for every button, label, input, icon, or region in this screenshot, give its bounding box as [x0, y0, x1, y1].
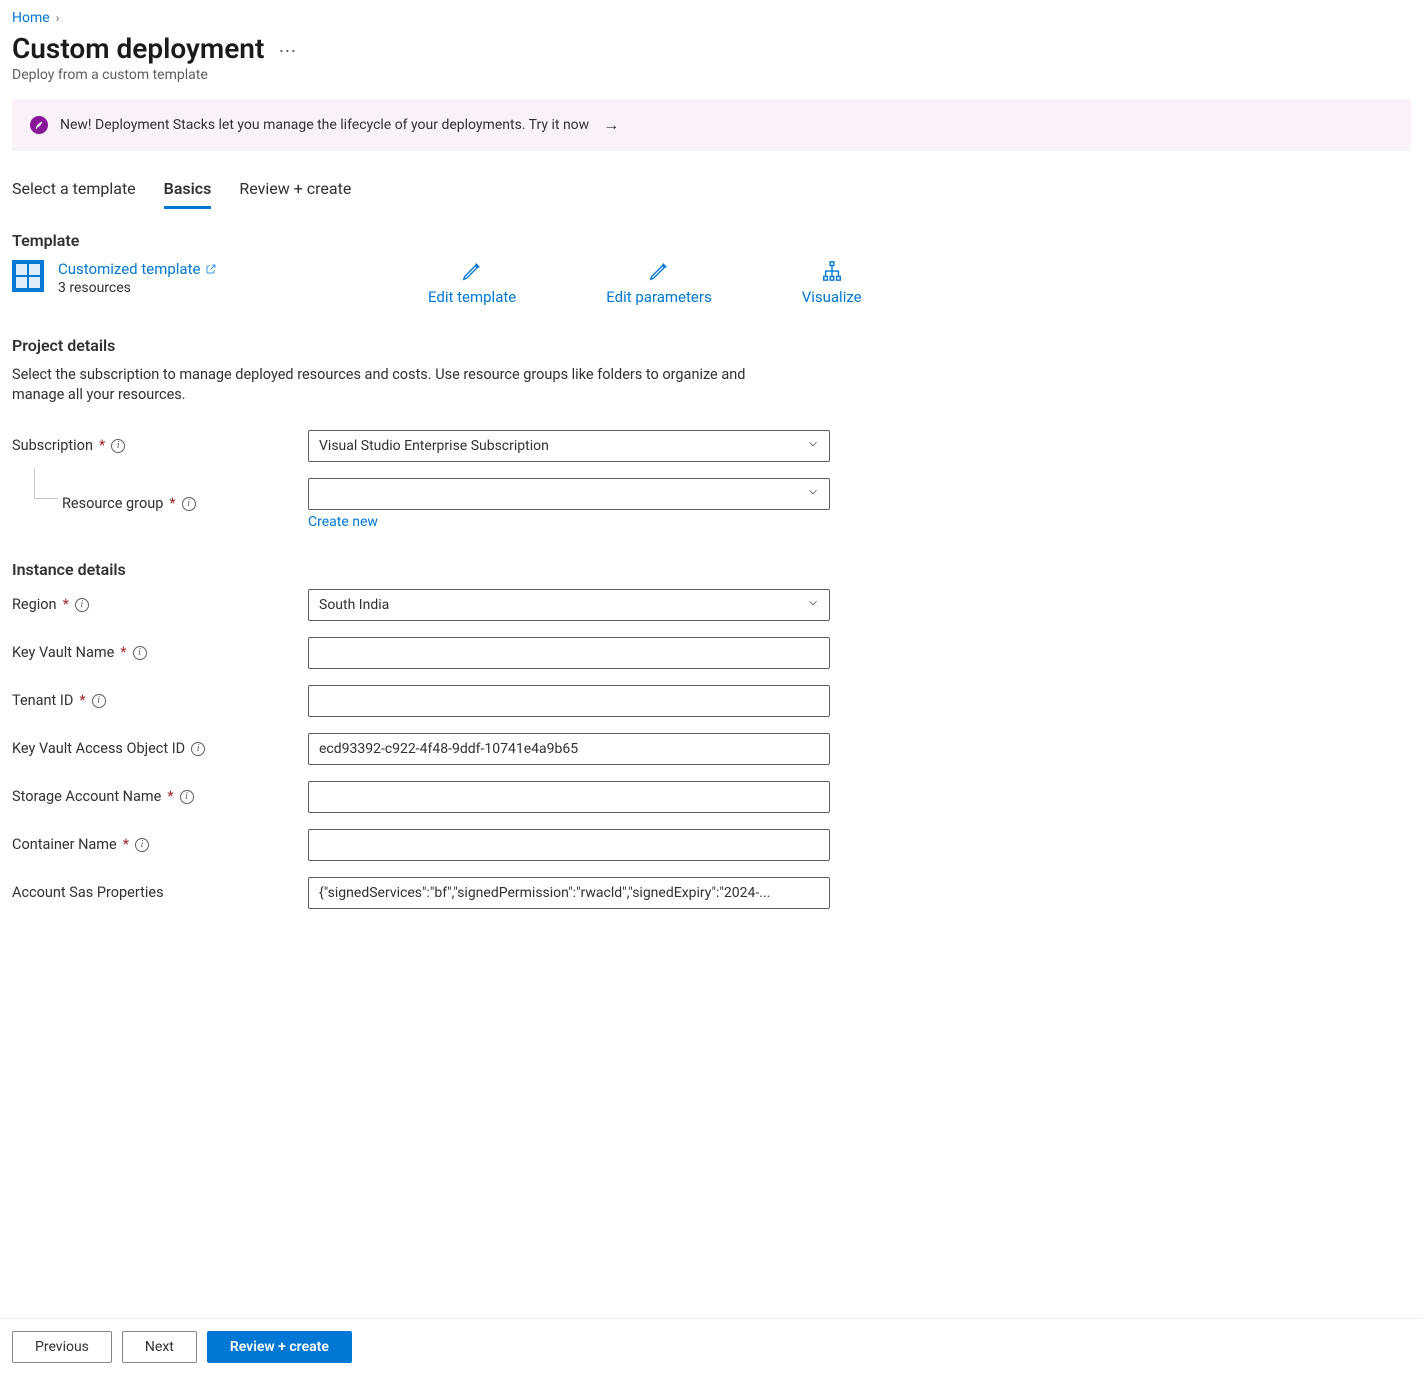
project-details-description: Select the subscription to manage deploy…	[12, 365, 792, 406]
banner-text: New! Deployment Stacks let you manage th…	[60, 117, 589, 133]
subscription-label: Subscription	[12, 437, 93, 454]
breadcrumb-home[interactable]: Home	[12, 10, 50, 26]
page-subtitle: Deploy from a custom template	[12, 67, 1411, 83]
storage-account-name-label: Storage Account Name	[12, 788, 161, 805]
pencil-icon	[648, 260, 670, 282]
info-icon[interactable]: i	[92, 694, 106, 708]
kv-access-object-id-label: Key Vault Access Object ID	[12, 740, 185, 757]
tenant-id-input[interactable]	[308, 685, 830, 717]
tab-bar: Select a template Basics Review + create	[12, 179, 1411, 209]
pencil-icon	[461, 260, 483, 282]
region-label: Region	[12, 596, 57, 613]
chevron-right-icon: ›	[56, 11, 60, 25]
info-icon[interactable]: i	[180, 790, 194, 804]
template-heading: Template	[12, 231, 1411, 250]
tenant-id-label: Tenant ID	[12, 692, 73, 709]
visualize-label: Visualize	[802, 288, 862, 306]
subscription-select[interactable]	[308, 430, 830, 462]
edit-parameters-button[interactable]: Edit parameters	[606, 260, 711, 306]
required-marker: *	[79, 692, 85, 709]
key-vault-name-input[interactable]	[308, 637, 830, 669]
tree-line	[34, 469, 58, 499]
required-marker: *	[120, 644, 126, 661]
required-marker: *	[123, 836, 129, 853]
visualize-button[interactable]: Visualize	[802, 260, 862, 306]
info-icon[interactable]: i	[75, 598, 89, 612]
breadcrumb: Home ›	[12, 10, 1411, 26]
edit-template-label: Edit template	[428, 288, 516, 306]
account-sas-input[interactable]	[308, 877, 830, 909]
hierarchy-icon	[821, 260, 843, 282]
wizard-footer: Previous Next Review + create	[0, 1318, 1423, 1375]
info-banner[interactable]: New! Deployment Stacks let you manage th…	[12, 99, 1411, 151]
required-marker: *	[99, 437, 105, 454]
tab-review-create[interactable]: Review + create	[239, 179, 351, 209]
create-new-link[interactable]: Create new	[308, 514, 378, 530]
storage-account-name-input[interactable]	[308, 781, 830, 813]
customized-template-link[interactable]: Customized template	[58, 260, 217, 278]
tab-basics[interactable]: Basics	[164, 179, 212, 209]
template-icon	[12, 260, 44, 292]
arrow-right-icon: →	[603, 115, 619, 135]
project-details-heading: Project details	[12, 336, 1411, 355]
tab-select-template[interactable]: Select a template	[12, 179, 136, 209]
edit-parameters-label: Edit parameters	[606, 288, 711, 306]
info-icon[interactable]: i	[133, 646, 147, 660]
info-icon[interactable]: i	[182, 497, 196, 511]
next-button[interactable]: Next	[122, 1331, 197, 1363]
rocket-icon	[30, 116, 48, 134]
required-marker: *	[63, 596, 69, 613]
key-vault-name-label: Key Vault Name	[12, 644, 114, 661]
external-link-icon	[205, 263, 217, 275]
info-icon[interactable]: i	[191, 742, 205, 756]
template-resource-count: 3 resources	[58, 280, 217, 296]
more-icon[interactable]: ⋯	[278, 41, 297, 62]
info-icon[interactable]: i	[111, 439, 125, 453]
required-marker: *	[167, 788, 173, 805]
resource-group-select[interactable]	[308, 478, 830, 510]
info-icon[interactable]: i	[135, 838, 149, 852]
resource-group-label: Resource group	[62, 495, 163, 512]
kv-access-object-id-input[interactable]	[308, 733, 830, 765]
container-name-label: Container Name	[12, 836, 117, 853]
instance-details-heading: Instance details	[12, 560, 1411, 579]
required-marker: *	[169, 495, 175, 512]
previous-button[interactable]: Previous	[12, 1331, 112, 1363]
template-link-text: Customized template	[58, 260, 200, 278]
account-sas-label: Account Sas Properties	[12, 884, 164, 901]
page-title: Custom deployment	[12, 32, 264, 65]
container-name-input[interactable]	[308, 829, 830, 861]
region-select[interactable]	[308, 589, 830, 621]
review-create-button[interactable]: Review + create	[207, 1331, 352, 1363]
edit-template-button[interactable]: Edit template	[428, 260, 516, 306]
